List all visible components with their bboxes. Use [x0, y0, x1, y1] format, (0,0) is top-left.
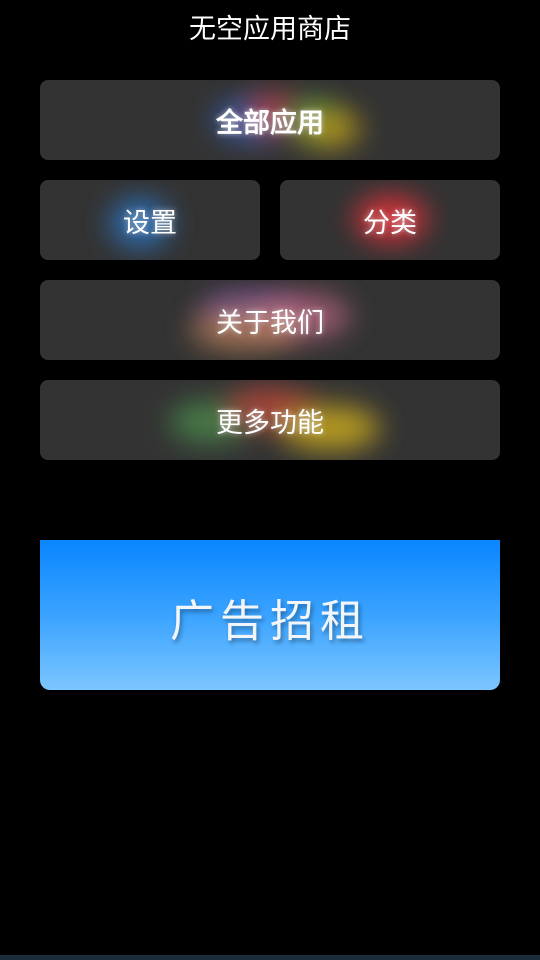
more-features-button[interactable]: 更多功能 [40, 380, 500, 460]
app-title: 无空应用商店 [189, 14, 351, 45]
all-apps-label: 全部应用 [216, 107, 324, 139]
ad-banner[interactable]: 广告招租 [40, 540, 500, 690]
ad-banner-text: 广告招租 [170, 596, 370, 647]
bottom-edge [0, 955, 540, 960]
settings-button[interactable]: 设置 [40, 180, 260, 260]
more-features-label: 更多功能 [216, 407, 324, 439]
category-label: 分类 [363, 207, 417, 239]
settings-label: 设置 [123, 207, 177, 239]
all-apps-button[interactable]: 全部应用 [40, 80, 500, 160]
about-us-label: 关于我们 [216, 307, 324, 339]
about-us-button[interactable]: 关于我们 [40, 280, 500, 360]
category-button[interactable]: 分类 [280, 180, 500, 260]
